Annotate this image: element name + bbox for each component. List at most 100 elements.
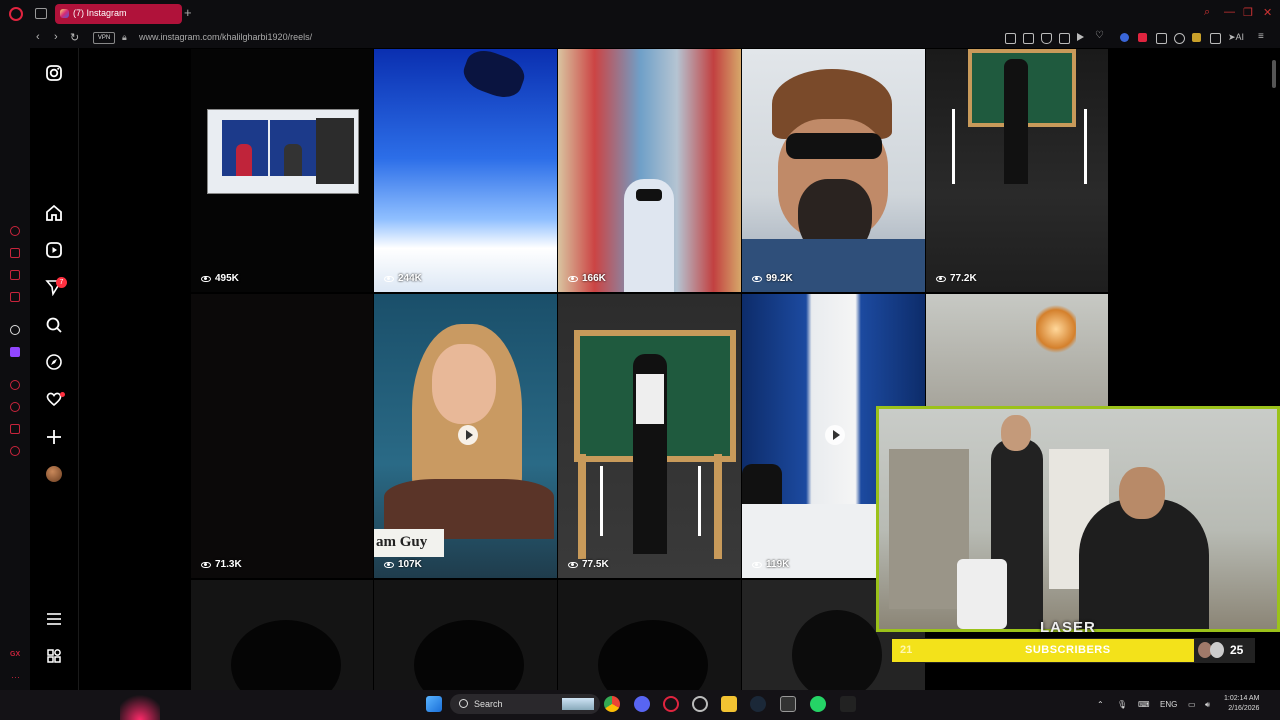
tray-chevron-icon[interactable]: ⌃ [1097,700,1104,709]
file-explorer-icon[interactable] [721,696,737,712]
language-indicator[interactable]: ENG [1160,700,1177,709]
home-icon[interactable] [45,204,63,222]
system-clock[interactable]: 1:02:14 AM 2/16/2026 [1224,694,1259,714]
view-count: 77.5K [568,559,609,570]
instagram-logo-icon[interactable] [45,64,63,82]
capcut-icon[interactable] [780,696,796,712]
reel-tile-5[interactable]: 77.2K [926,49,1108,292]
aria-ai-button[interactable]: ➤AI [1228,32,1244,43]
view-count: 166K [568,273,606,284]
search-icon[interactable] [45,316,63,334]
opera-gx-taskbar-icon[interactable] [663,696,679,712]
sidebar-player-icon[interactable] [10,380,20,390]
volume-icon[interactable]: 🔊︎ [1205,700,1210,710]
translate-icon[interactable] [1059,33,1070,44]
sidebar-extensions-icon[interactable] [10,424,20,434]
reel-tile-7[interactable]: am Guy 107K [374,294,557,578]
minimize-button[interactable]: — [1224,6,1235,18]
clock-time: 1:02:14 AM [1224,695,1260,702]
reel-tile-10[interactable] [926,294,1108,406]
reel-tile-12[interactable] [374,580,557,690]
whatsapp-icon[interactable] [810,696,826,712]
pin-icon[interactable] [1005,33,1016,44]
profile-avatar[interactable] [46,466,62,482]
close-button[interactable]: ✕ [1263,6,1272,19]
sidebar-history-icon[interactable] [10,402,20,412]
opera-logo-icon[interactable] [9,7,23,21]
more-menu-icon[interactable] [45,610,63,628]
windows-start-icon[interactable] [426,696,442,712]
forward-button[interactable]: › [54,31,58,43]
extension-puzzle-icon[interactable] [1174,33,1185,44]
reload-button[interactable]: ↻ [70,31,79,44]
browser-tab-bar: (7) Instagram + ⌕ — ❐ ✕ [0,0,1280,28]
eye-icon [384,275,394,282]
maximize-button[interactable]: ❐ [1243,6,1253,19]
chrome-icon[interactable] [604,696,620,712]
download-icon[interactable] [1210,33,1221,44]
shield-icon[interactable] [1041,33,1052,44]
tab-islands-icon[interactable] [35,8,47,19]
sub-goal: 25 [1230,643,1244,657]
extension-grid-icon[interactable] [1156,33,1167,44]
snapshot-icon[interactable] [1023,33,1034,44]
reel-tile-8[interactable]: 77.5K [558,294,741,578]
also-from-meta-icon[interactable] [45,647,63,665]
reel-thumbnail-screen [207,109,359,194]
player-icon[interactable] [1077,33,1084,41]
view-count: 99.2K [752,273,793,284]
extension-red-icon[interactable] [1138,33,1147,42]
microphone-icon[interactable]: 🎙︎ [1117,700,1127,709]
reel-tile-2[interactable]: 244K [374,49,557,292]
eye-icon [384,561,394,568]
opera-sidebar [0,48,30,690]
extension-yellow-icon[interactable] [1192,33,1201,42]
sidebar-messenger-icon[interactable] [10,270,20,280]
eye-icon [936,275,946,282]
discord-icon[interactable] [634,696,650,712]
sidebar-settings-icon[interactable] [10,446,20,456]
eye-icon [752,561,762,568]
gx-icon[interactable]: GX [10,651,20,658]
notification-dot [60,392,65,397]
app-red-icon[interactable] [840,696,856,712]
steam-icon[interactable] [750,696,766,712]
network-icon[interactable]: ▭ [1188,700,1196,709]
reel-tile-4[interactable]: 99.2K [742,49,925,292]
sidebar-twitch-icon[interactable] [10,347,20,357]
explore-icon[interactable] [45,353,63,371]
tab-title: (7) Instagram [73,8,127,18]
reels-icon[interactable] [45,241,63,259]
scrollbar-thumb[interactable] [1272,60,1276,88]
back-button[interactable]: ‹ [36,31,40,43]
sidebar-mail-icon[interactable] [10,292,20,302]
reel-caption: am Guy [376,534,428,550]
reel-tile-11[interactable] [191,580,373,690]
reel-tile-1[interactable]: 495K [191,49,373,292]
vpn-badge[interactable]: VPN [93,32,115,44]
taskbar-search[interactable]: Search [450,694,600,714]
view-count: 495K [201,273,239,284]
keyboard-icon[interactable]: ⌨ [1138,700,1150,709]
eye-icon [568,561,578,568]
sidebar-bag-icon[interactable] [10,248,20,258]
menu-icon[interactable]: ≡ [1258,31,1264,42]
sidebar-chatgpt-icon[interactable] [10,325,20,335]
sidebar-more-icon[interactable]: ··· [11,672,20,682]
search-tabs-icon[interactable]: ⌕ [1204,6,1210,19]
tab-instagram[interactable]: (7) Instagram [55,4,182,24]
sidebar-aria-icon[interactable] [10,226,20,236]
lock-icon[interactable]: 🔒︎ [122,32,127,43]
create-plus-icon[interactable] [45,428,63,446]
play-icon [825,425,845,445]
reel-tile-13[interactable] [558,580,741,690]
reel-tile-6[interactable]: 71.3K [191,294,373,578]
obs-icon[interactable] [692,696,708,712]
url-field[interactable]: www.instagram.com/khalilgharbi1920/reels… [139,32,312,42]
webcam-overlay [876,406,1280,632]
play-icon [458,425,478,445]
extension-blue-icon[interactable] [1120,33,1129,42]
reel-tile-3[interactable]: 166K [558,49,741,292]
heart-icon[interactable]: ♡ [1095,30,1104,41]
new-tab-button[interactable]: + [184,5,192,20]
